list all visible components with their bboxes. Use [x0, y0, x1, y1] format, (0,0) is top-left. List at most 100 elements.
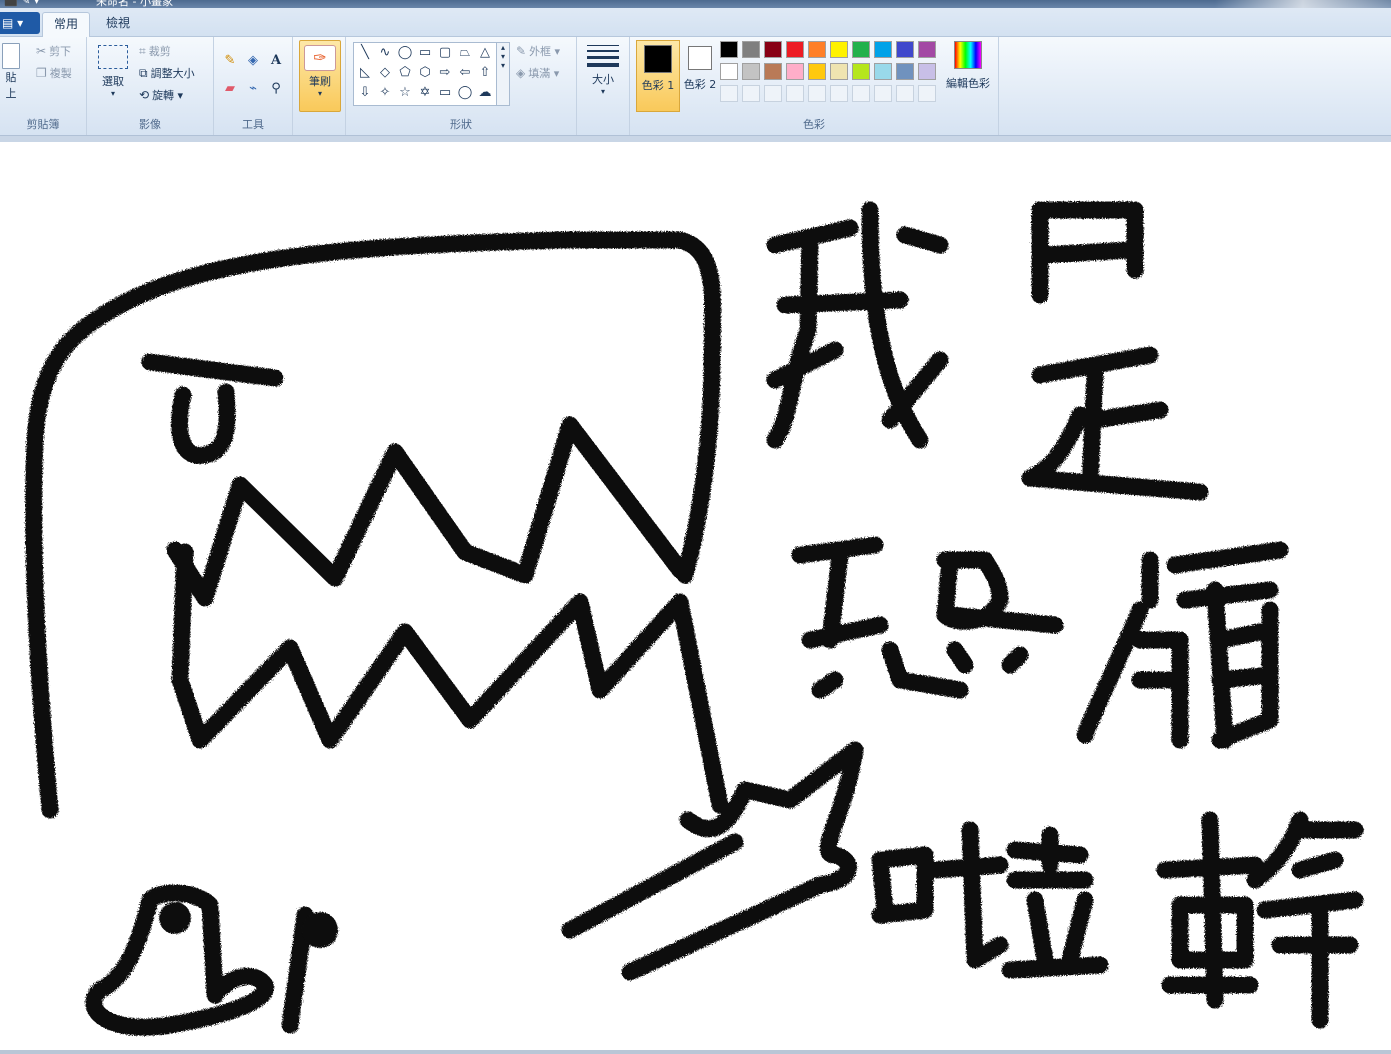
size-chevron-icon: ▾	[600, 87, 605, 96]
palette-swatch[interactable]	[918, 41, 936, 58]
shapes-gallery: ╲ ∿ ◯ ▭ ▢ ⏢ △ ◺ ◇ ⬠ ⬡ ⇨ ⇦ ⇧ ⇩ ✧ ☆ ✡ ▭ ◯ …	[353, 42, 497, 106]
status-bar-edge	[0, 1050, 1391, 1054]
fill-button[interactable]: ◈ 填滿 ▾	[516, 65, 559, 81]
custom-color-slot[interactable]	[852, 85, 870, 102]
palette-swatch[interactable]	[874, 63, 892, 80]
resize-button[interactable]: ⧉ 調整大小	[139, 65, 195, 81]
palette-swatch[interactable]	[808, 41, 826, 58]
dino-head-outline	[25, 231, 722, 819]
palette-swatch[interactable]	[896, 63, 914, 80]
magnifier-icon[interactable]: ⚲	[266, 79, 286, 99]
palette-swatch[interactable]	[742, 41, 760, 58]
six-point-star-icon[interactable]: ✡	[415, 83, 435, 103]
brushes-button[interactable]: ✑ 筆刷 ▾	[299, 40, 341, 112]
selection-icon	[98, 45, 128, 69]
copy-label: 複製	[49, 67, 72, 80]
color1-button[interactable]: 色彩 1	[636, 40, 680, 112]
up-arrow-shape-icon[interactable]: ⇧	[475, 63, 495, 83]
color2-button[interactable]: 色彩 2	[680, 40, 720, 110]
char-la	[871, 821, 1109, 979]
palette-swatch[interactable]	[764, 63, 782, 80]
custom-color-slot[interactable]	[874, 85, 892, 102]
file-menu-button[interactable]: ▤ ▾	[0, 12, 40, 34]
select-button[interactable]: 選取 ▾	[95, 45, 131, 107]
palette-swatch[interactable]	[852, 63, 870, 80]
fill-bucket-icon[interactable]: ◈	[243, 51, 263, 71]
line-shape-icon[interactable]: ╲	[355, 43, 375, 63]
window-controls-glow	[1215, 0, 1391, 8]
palette-swatch[interactable]	[830, 41, 848, 58]
palette-swatch[interactable]	[896, 41, 914, 58]
right-arrow-shape-icon[interactable]: ⇨	[435, 63, 455, 83]
oval-callout-icon[interactable]: ◯	[455, 83, 475, 103]
cloud-callout-icon[interactable]: ☁	[475, 83, 495, 103]
five-point-star-icon[interactable]: ☆	[395, 83, 415, 103]
quick-access-toolbar[interactable]: ⬛ ✎ ▾	[4, 0, 39, 7]
image-group-label: 影像	[139, 118, 161, 131]
rounded-rectangle-shape-icon[interactable]: ▢	[435, 43, 455, 63]
drawing-canvas[interactable]: 我是 恐龍 啦幹	[0, 142, 1391, 1050]
rectangle-shape-icon[interactable]: ▭	[415, 43, 435, 63]
curve-shape-icon[interactable]: ∿	[375, 43, 395, 63]
pencil-icon[interactable]: ✎	[220, 51, 240, 71]
pentagon-shape-icon[interactable]: ⬠	[395, 63, 415, 83]
left-arrow-shape-icon[interactable]: ⇦	[455, 63, 475, 83]
palette-swatch[interactable]	[742, 63, 760, 80]
rect-callout-icon[interactable]: ▭	[435, 83, 455, 103]
char-shi	[1021, 201, 1209, 501]
palette-swatch[interactable]	[874, 41, 892, 58]
palette-swatch[interactable]	[830, 63, 848, 80]
edit-colors-button[interactable]: 編輯色彩	[942, 41, 994, 105]
right-triangle-shape-icon[interactable]: ◺	[355, 63, 375, 83]
color-picker-icon[interactable]: ⌁	[243, 79, 263, 99]
text-tool-icon[interactable]: A	[266, 51, 286, 71]
custom-color-slot[interactable]	[786, 85, 804, 102]
tools-group: ✎ ◈ A ▰ ⌁ ⚲ 工具	[214, 37, 293, 135]
oval-shape-icon[interactable]: ◯	[395, 43, 415, 63]
copy-icon: ❐	[36, 66, 47, 80]
palette-swatch[interactable]	[852, 41, 870, 58]
triangle-shape-icon[interactable]: △	[475, 43, 495, 63]
edit-colors-label: 編輯色彩	[946, 77, 990, 90]
polygon-shape-icon[interactable]: ⏢	[455, 43, 475, 63]
hexagon-shape-icon[interactable]: ⬡	[415, 63, 435, 83]
eraser-icon[interactable]: ▰	[220, 79, 240, 99]
size-button[interactable]: 大小 ▾	[585, 43, 621, 107]
custom-color-slot[interactable]	[830, 85, 848, 102]
tab-view[interactable]: 檢視	[96, 12, 140, 36]
paste-button[interactable]: 貼 上	[0, 41, 22, 107]
custom-color-slot[interactable]	[742, 85, 760, 102]
crop-label: 裁剪	[148, 45, 171, 58]
shapes-group-label: 形狀	[450, 118, 472, 131]
rotate-icon: ⟲	[139, 88, 150, 102]
custom-color-slot[interactable]	[764, 85, 782, 102]
diamond-shape-icon[interactable]: ◇	[375, 63, 395, 83]
copy-button[interactable]: ❐ 複製	[36, 65, 72, 81]
dino-eyebrow	[141, 353, 284, 387]
shapes-scroll[interactable]: ▴ ▾ ▾	[496, 42, 510, 106]
ribbon: 貼 上 ✂ 剪下 ❐ 複製 剪貼簿 選取 ▾ ⌗ 裁剪 ⧉ 調整大小 ⟲ 旋轉 ▾ 影像 …	[0, 37, 1391, 136]
custom-color-slot[interactable]	[720, 85, 738, 102]
down-arrow-shape-icon[interactable]: ⇩	[355, 83, 375, 103]
custom-color-slot[interactable]	[808, 85, 826, 102]
tab-home[interactable]: 常用	[42, 12, 90, 37]
cut-button[interactable]: ✂ 剪下	[36, 43, 71, 59]
select-label: 選取	[102, 75, 124, 88]
palette-swatch[interactable]	[786, 41, 804, 58]
palette-swatch[interactable]	[786, 63, 804, 80]
palette-swatch[interactable]	[808, 63, 826, 80]
palette-swatch[interactable]	[918, 63, 936, 80]
palette-swatch[interactable]	[720, 63, 738, 80]
four-point-star-icon[interactable]: ✧	[375, 83, 395, 103]
custom-color-slot[interactable]	[896, 85, 914, 102]
color2-label: 色彩 2	[683, 78, 717, 91]
custom-color-slot[interactable]	[918, 85, 936, 102]
scissors-icon: ✂	[36, 44, 47, 58]
image-group: 選取 ▾ ⌗ 裁剪 ⧉ 調整大小 ⟲ 旋轉 ▾ 影像	[87, 37, 214, 135]
outline-button[interactable]: ✎ 外框 ▾	[516, 43, 560, 59]
palette-swatch[interactable]	[720, 41, 738, 58]
rotate-button[interactable]: ⟲ 旋轉 ▾	[139, 87, 183, 103]
crop-icon: ⌗	[139, 44, 146, 58]
crop-button[interactable]: ⌗ 裁剪	[139, 43, 171, 59]
palette-swatch[interactable]	[764, 41, 782, 58]
